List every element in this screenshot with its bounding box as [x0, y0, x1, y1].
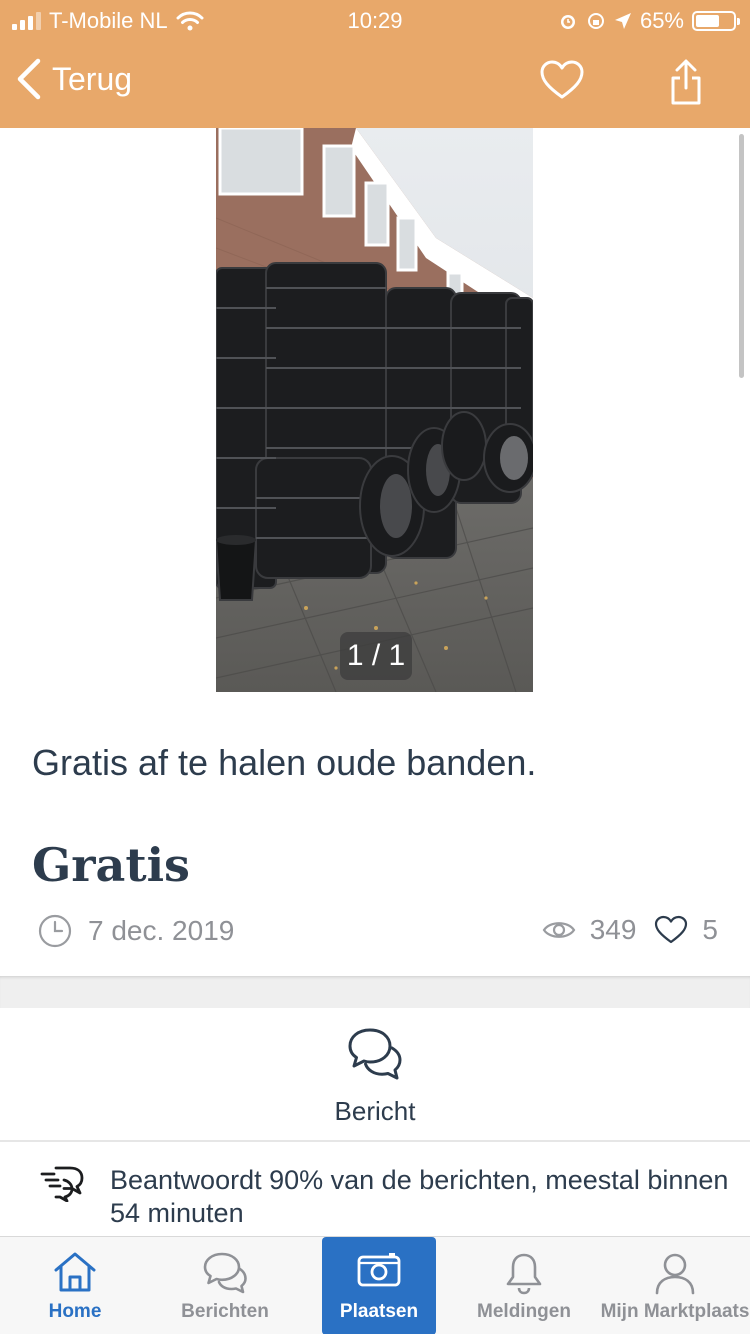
bell-icon: [506, 1253, 542, 1295]
image-counter: 1 / 1: [340, 632, 412, 680]
favorite-count: 5: [702, 914, 718, 945]
listing-stats: 349 5: [542, 914, 718, 946]
reply-rate-info: Beantwoordt 90% van de berichten, meesta…: [40, 1162, 730, 1228]
listing-title: Gratis af te halen oude banden.: [32, 742, 537, 783]
tab-meldingen[interactable]: Meldingen: [450, 1237, 598, 1334]
tab-mijn-marktplaats-label: Mijn Marktplaats: [600, 1301, 750, 1322]
message-button-label: Bericht: [334, 1096, 416, 1126]
home-icon: [54, 1252, 96, 1292]
tab-home-label: Home: [48, 1301, 102, 1322]
listing-photo[interactable]: 1 / 1: [216, 128, 533, 692]
back-button[interactable]: Terug: [16, 58, 132, 100]
listing-date: 7 dec. 2019: [88, 915, 235, 946]
status-bar: T-Mobile NL 10:29 65%: [0, 0, 750, 40]
nav-bar: Terug: [0, 40, 750, 128]
message-button[interactable]: Bericht: [0, 1008, 750, 1140]
divider-line: [0, 1140, 750, 1142]
listing-meta: 7 dec. 2019 349 5: [38, 914, 718, 958]
reply-rate-text: Beantwoordt 90% van de berichten, meesta…: [110, 1165, 729, 1228]
clock-icon: [38, 914, 72, 948]
tab-home[interactable]: Home: [0, 1237, 150, 1334]
tab-plaatsen-label: Plaatsen: [339, 1301, 419, 1322]
status-right: 65%: [558, 8, 740, 34]
tab-berichten-label: Berichten: [181, 1301, 269, 1322]
user-icon: [655, 1253, 695, 1295]
scroll-indicator: [739, 134, 744, 378]
favorite-heart-icon[interactable]: [540, 60, 584, 100]
listing-date-group: 7 dec. 2019: [38, 914, 234, 948]
listing-price: Gratis: [32, 838, 190, 892]
heart-icon: [655, 915, 688, 944]
view-count: 349: [589, 914, 637, 945]
share-icon[interactable]: [668, 58, 704, 106]
alarm-icon: [560, 15, 575, 29]
rotation-lock-icon: [587, 13, 604, 29]
tab-mijn-marktplaats[interactable]: Mijn Marktplaats: [600, 1237, 750, 1334]
chat-bubbles-icon: [348, 1028, 402, 1080]
section-divider: [0, 976, 750, 1008]
location-icon: [614, 13, 631, 29]
tab-meldingen-label: Meldingen: [477, 1301, 571, 1322]
top-bar: T-Mobile NL 10:29 65% Terug: [0, 0, 750, 128]
fast-reply-icon: [40, 1166, 84, 1203]
tab-bar: Home Berichten Plaatsen Meldingen Mijn M…: [0, 1236, 750, 1334]
chevron-left-icon: [17, 58, 41, 100]
battery-icon: [692, 11, 740, 31]
back-label: Terug: [52, 60, 133, 97]
camera-icon: [357, 1253, 401, 1287]
chat-icon: [203, 1252, 247, 1294]
tires-photo-illustration: [216, 128, 533, 692]
battery-percent: 65%: [639, 8, 684, 33]
eye-icon: [542, 922, 576, 938]
tab-plaatsen[interactable]: Plaatsen: [322, 1237, 436, 1334]
tab-berichten[interactable]: Berichten: [150, 1237, 300, 1334]
